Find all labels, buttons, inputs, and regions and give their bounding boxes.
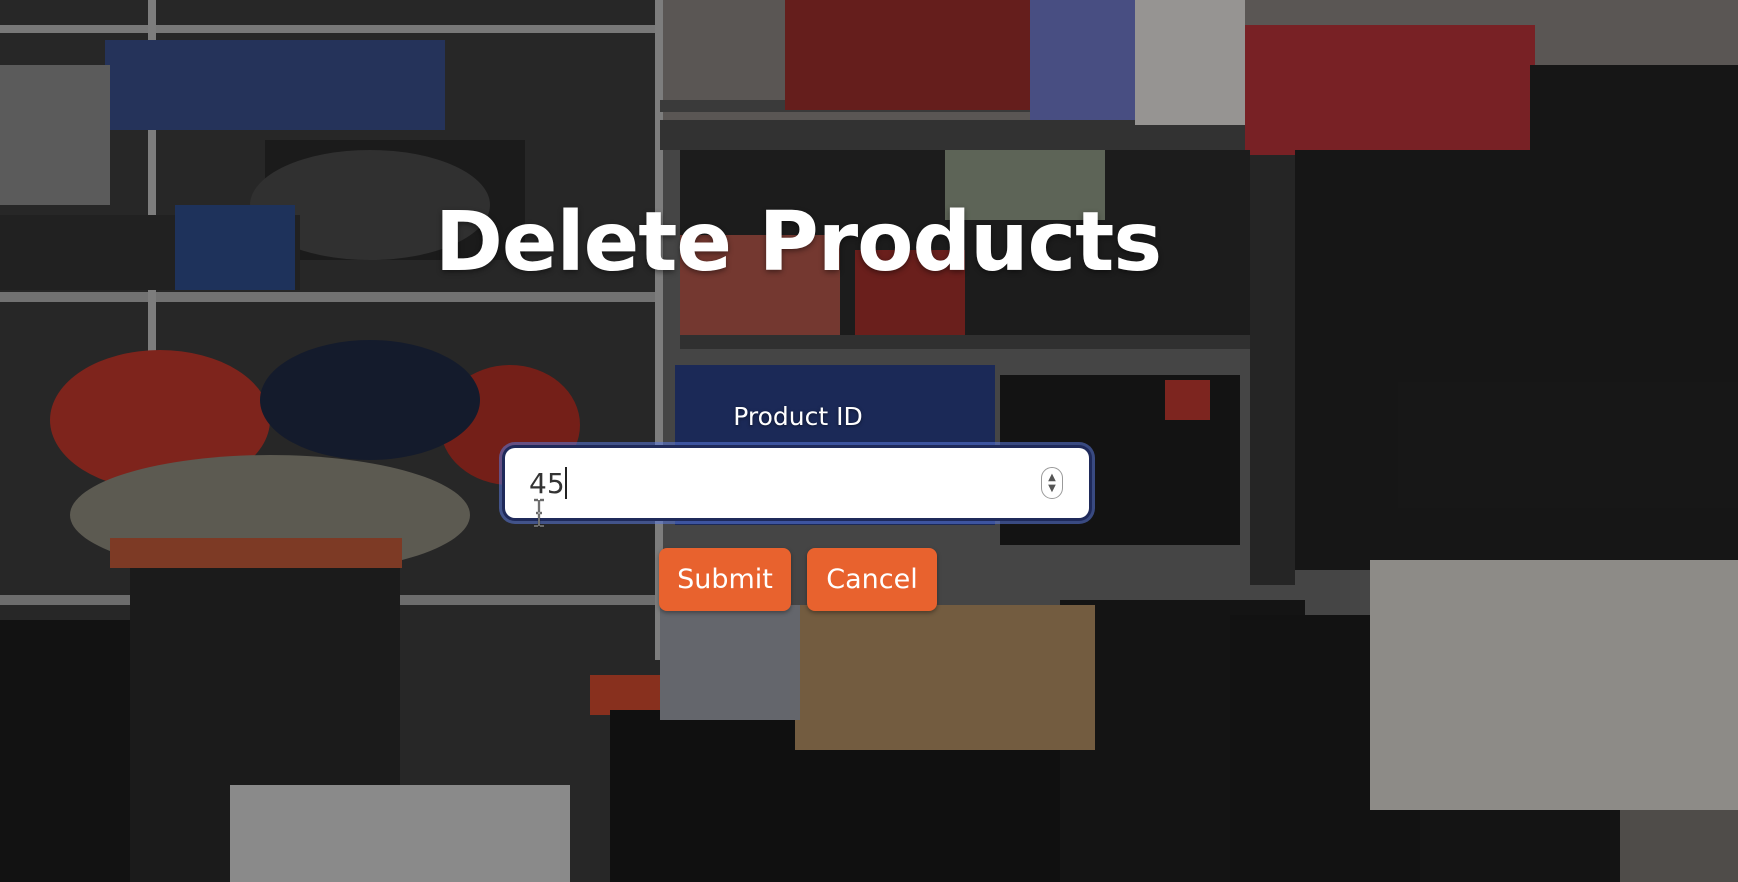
text-cursor-icon — [534, 498, 544, 528]
spinner-down-icon[interactable]: ▼ — [1048, 483, 1056, 494]
text-caret — [565, 467, 567, 499]
background-dim-overlay — [0, 0, 1738, 882]
cancel-button[interactable]: Cancel — [807, 548, 937, 611]
number-spinner-icon[interactable]: ▲ ▼ — [1041, 467, 1063, 499]
product-id-input[interactable] — [505, 448, 1089, 518]
product-id-field[interactable] — [505, 448, 1089, 518]
spinner-up-icon[interactable]: ▲ — [1048, 472, 1056, 483]
submit-button[interactable]: Submit — [659, 548, 791, 611]
page-title: Delete Products — [434, 195, 1162, 290]
product-id-label: Product ID — [733, 402, 863, 431]
delete-products-page: Delete Products Product ID ▲ ▼ Submit Ca… — [0, 0, 1738, 882]
